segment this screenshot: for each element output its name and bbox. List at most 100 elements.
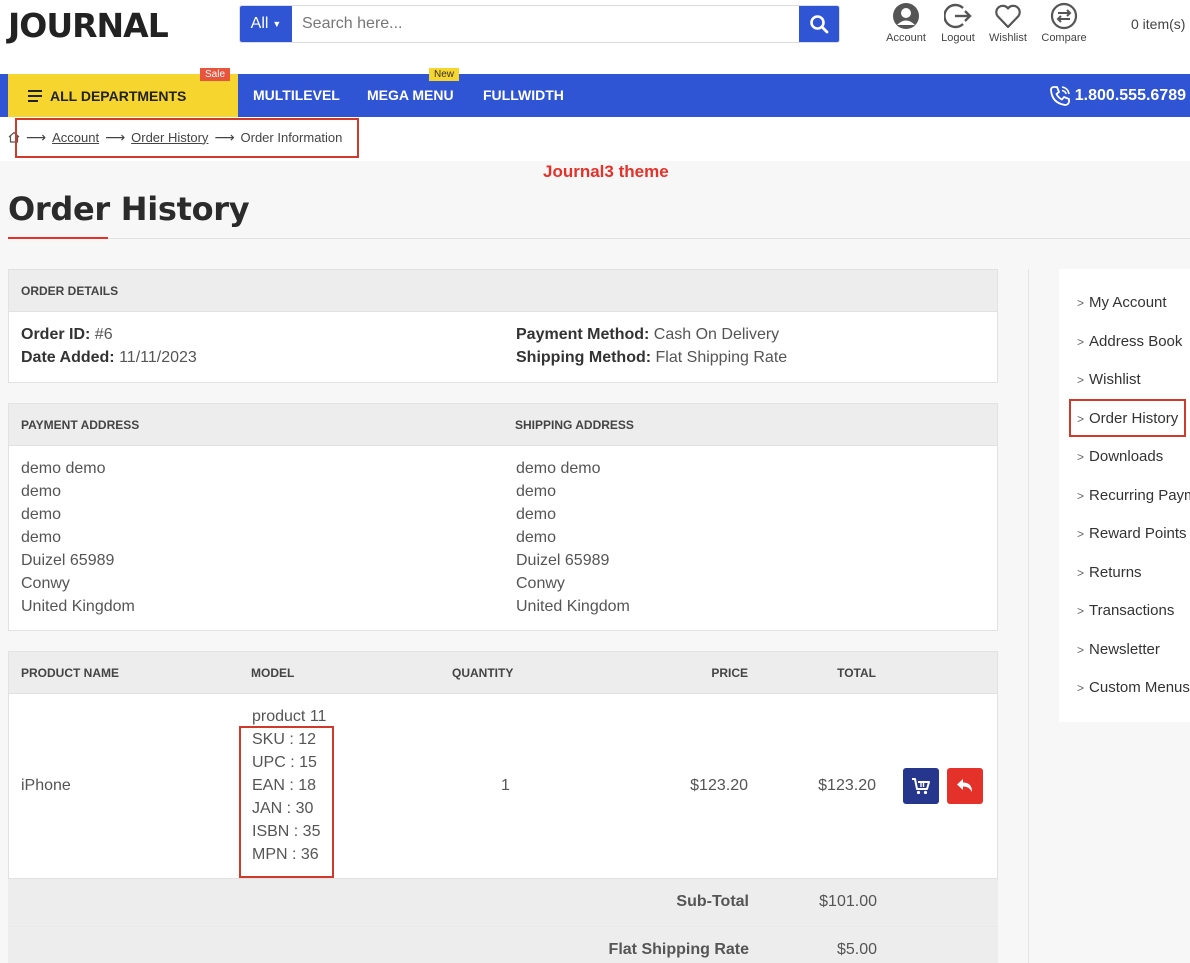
sidebar-item-returns[interactable]: > Returns [1077,564,1142,581]
address-line: Duizel 65989 [516,552,610,569]
order-details-header: ORDER DETAILS [9,270,997,312]
chevron-right-icon: > [1077,526,1085,541]
sidebar-item-label: Newsletter [1089,641,1160,658]
address-line: Duizel 65989 [21,552,115,569]
title-divider [8,238,1190,239]
sidebar-item-label: Address Book [1089,333,1183,350]
payment-address: demo demo demo demo demo Duizel 65989 Co… [21,457,135,618]
shipping-address: demo demo demo demo demo Duizel 65989 Co… [516,457,630,618]
payment-method-value: Cash On Delivery [653,326,780,343]
highlight-attributes [239,726,334,878]
address-line: demo [21,506,62,523]
product-name[interactable]: iPhone [21,774,71,797]
sidebar-item-reward-points[interactable]: > Reward Points [1077,525,1187,542]
date-added-label: Date Added: [21,349,115,366]
subtotal-row: Sub-Total $101.00 [8,878,998,926]
sidebar-item-my-account[interactable]: > My Account [1077,294,1167,311]
highlight-breadcrumb [15,118,359,158]
search-icon [810,15,829,34]
wishlist-link[interactable]: Wishlist [980,0,1036,44]
shipping-total-label: Flat Shipping Rate [608,941,749,958]
sidebar-item-label: Reward Points [1089,525,1187,542]
sidebar-item-recurring-payments[interactable]: > Recurring Payments [1077,487,1190,504]
sidebar-item-label: Recurring Payments [1089,487,1190,504]
chevron-right-icon: > [1077,680,1085,695]
subtotal-value: $101.00 [819,893,877,910]
chevron-right-icon: > [1077,488,1085,503]
new-badge: New [429,68,460,81]
account-icon [893,3,919,29]
phone-icon [1049,85,1070,106]
account-link[interactable]: Account [878,0,934,44]
sidebar-item-newsletter[interactable]: > Newsletter [1077,641,1160,658]
nav-fullwidth[interactable]: FULLWIDTH [483,74,564,117]
cart-link[interactable]: 0 item(s) [1131,16,1185,32]
search-button[interactable] [799,6,839,42]
order-id-value: #6 [94,326,113,343]
site-logo[interactable]: JOURNAL [8,6,169,45]
payment-method: Payment Method: Cash On Delivery [516,323,779,346]
search-bar: All ▼ [239,5,840,43]
wishlist-label: Wishlist [989,32,1027,44]
sidebar-item-label: Transactions [1089,602,1175,619]
col-price: PRICE [711,666,748,680]
chevron-right-icon: > [1077,603,1085,618]
date-added: Date Added: 11/11/2023 [21,346,197,369]
address-line: demo [516,529,557,546]
search-category-dropdown[interactable]: All ▼ [240,6,292,42]
sidebar-item-transactions[interactable]: > Transactions [1077,602,1174,619]
address-line: demo [516,483,557,500]
col-model: MODEL [251,666,295,680]
search-input[interactable] [292,6,799,42]
address-line: Conwy [516,575,565,592]
shipping-total-value: $5.00 [836,941,877,958]
order-details-heading: ORDER DETAILS [21,284,119,298]
payment-method-label: Payment Method: [516,326,650,343]
shipping-method-label: Shipping Method: [516,349,652,366]
compare-link[interactable]: Compare [1036,0,1092,44]
chevron-right-icon: > [1077,565,1085,580]
reply-icon [957,779,972,792]
address-line: United Kingdom [21,598,135,615]
sidebar-item-wishlist[interactable]: > Wishlist [1077,371,1141,388]
phone-link[interactable]: 1.800.555.6789 [1049,74,1186,117]
product-total: $123.20 [818,777,876,794]
date-added-value: 11/11/2023 [119,349,197,366]
main-nav: ALL DEPARTMENTS MULTILEVEL MEGA MENU FUL… [0,74,1190,117]
shipping-method-value: Flat Shipping Rate [655,349,788,366]
chevron-right-icon: > [1077,334,1085,349]
sidebar-item-label: Wishlist [1089,371,1141,388]
shipping-total-row: Flat Shipping Rate $5.00 [8,926,998,963]
sidebar-item-address-book[interactable]: > Address Book [1077,333,1182,350]
address-line: demo [21,529,62,546]
return-button[interactable] [947,768,983,804]
account-label: Account [886,32,926,44]
address-line: demo demo [21,460,106,477]
sidebar-item-label: Custom Menus [1089,679,1190,696]
sidebar-item-label: Downloads [1089,448,1164,465]
compare-label: Compare [1041,32,1087,44]
cart-icon [912,778,930,795]
all-departments-label: ALL DEPARTMENTS [50,87,187,104]
chevron-right-icon: > [1077,295,1085,310]
product-price: $123.20 [690,777,748,794]
logout-icon [943,3,972,29]
reorder-button[interactable] [903,768,939,804]
address-line: demo [516,506,557,523]
address-header: PAYMENT ADDRESS SHIPPING ADDRESS [9,404,997,446]
col-product-name: PRODUCT NAME [21,666,119,680]
col-total: TOTAL [837,666,876,680]
address-line: demo demo [516,460,601,477]
address-line: demo [21,483,62,500]
address-table: PAYMENT ADDRESS SHIPPING ADDRESS demo de… [8,403,998,631]
phone-number: 1.800.555.6789 [1074,86,1186,104]
top-header: JOURNAL All ▼ Account Logout Wishlist Co… [0,0,1190,74]
col-quantity: QUANTITY [452,666,514,680]
logout-label: Logout [941,32,975,44]
logout-link[interactable]: Logout [930,0,986,44]
sidebar-item-downloads[interactable]: > Downloads [1077,448,1163,465]
compare-icon [1050,2,1078,30]
nav-multilevel[interactable]: MULTILEVEL [253,74,340,117]
sidebar-item-custom-menus[interactable]: > Custom Menus [1077,679,1190,696]
annotation-label: Journal3 theme [543,162,669,181]
